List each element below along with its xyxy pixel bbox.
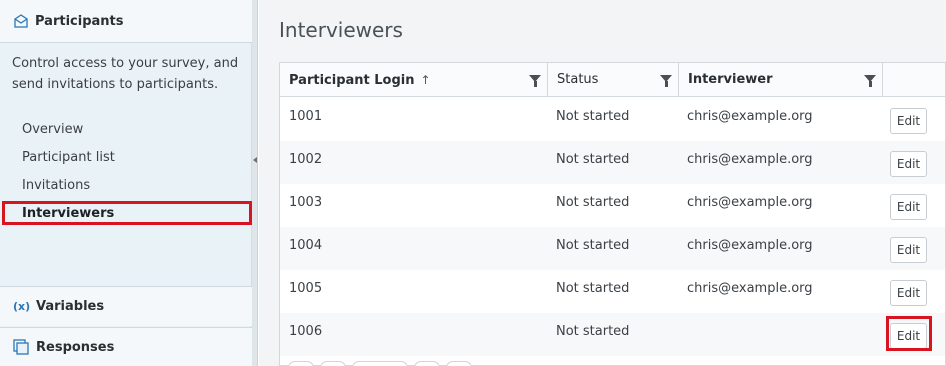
- cell-status: Not started: [556, 238, 630, 253]
- cell-login: 1001: [289, 109, 323, 124]
- sidebar-collapse-handle[interactable]: [252, 0, 258, 366]
- pagination-last-button[interactable]: [446, 361, 472, 366]
- responses-icon: [13, 339, 29, 355]
- collapse-arrow-icon: [253, 157, 257, 163]
- cell-status: Not started: [556, 195, 630, 210]
- column-interviewer[interactable]: Interviewer: [679, 63, 883, 97]
- column-status-label: Status: [557, 72, 599, 87]
- sidebar-header-title: Participants: [35, 13, 124, 29]
- cell-login: 1002: [289, 152, 323, 167]
- sidebar-section-responses-label: Responses: [36, 339, 115, 355]
- cell-status: Not started: [556, 109, 630, 124]
- pagination-first-button[interactable]: [288, 361, 314, 366]
- sort-ascending-icon: ↑: [420, 73, 431, 87]
- filter-icon[interactable]: [529, 75, 541, 87]
- sidebar-description: Control access to your survey, and send …: [12, 56, 239, 92]
- cell-interviewer: chris@example.org: [687, 281, 813, 296]
- filter-icon[interactable]: [660, 75, 672, 87]
- edit-button[interactable]: Edit: [890, 194, 927, 220]
- edit-button[interactable]: Edit: [890, 237, 927, 263]
- pagination-next-button[interactable]: [414, 361, 440, 366]
- cell-interviewer: chris@example.org: [687, 109, 813, 124]
- cell-login: 1005: [289, 281, 323, 296]
- cell-status: Not started: [556, 152, 630, 167]
- table-row: 1001 Not started chris@example.org Edit: [280, 98, 945, 141]
- cell-interviewer: chris@example.org: [687, 195, 813, 210]
- page-title: Interviewers: [279, 18, 403, 42]
- sidebar-item-invitations[interactable]: Invitations: [0, 174, 252, 202]
- cell-interviewer: [678, 313, 687, 356]
- table-header: Participant Login ↑ Status Interviewer: [280, 63, 945, 97]
- cell-status: Not started: [556, 281, 630, 296]
- pagination-page-field[interactable]: [352, 361, 408, 366]
- pagination-prev-button[interactable]: [320, 361, 346, 366]
- table-row: 1006 Not started Edit: [280, 313, 945, 356]
- edit-button-highlight: [886, 316, 932, 351]
- cell-login: 1006: [289, 324, 323, 339]
- sidebar-section-variables-label: Variables: [36, 299, 105, 314]
- sidebar-item-overview[interactable]: Overview: [0, 118, 252, 146]
- column-interviewer-label: Interviewer: [688, 72, 773, 87]
- interviewers-table: Participant Login ↑ Status Interviewer 10…: [279, 62, 946, 366]
- table-row: 1004 Not started chris@example.org Edit: [280, 227, 945, 270]
- cell-login: 1004: [289, 238, 323, 253]
- envelope-icon: [14, 14, 28, 28]
- table-row: 1002 Not started chris@example.org Edit: [280, 141, 945, 184]
- variables-icon: (x): [13, 300, 31, 313]
- filter-icon[interactable]: [864, 75, 876, 87]
- edit-button[interactable]: Edit: [890, 280, 927, 306]
- column-status[interactable]: Status: [548, 63, 679, 97]
- cell-login: 1003: [289, 195, 323, 210]
- table-row: 1005 Not started chris@example.org Edit: [280, 270, 945, 313]
- column-actions: [883, 63, 945, 97]
- pagination: [288, 361, 472, 366]
- cell-status: Not started: [556, 324, 630, 339]
- sidebar-section-variables[interactable]: (x) Variables: [0, 286, 252, 326]
- sidebar-item-participant-list[interactable]: Participant list: [0, 146, 252, 174]
- column-participant-login-label: Participant Login: [289, 73, 415, 88]
- active-item-highlight: [2, 201, 252, 225]
- column-participant-login[interactable]: Participant Login ↑: [280, 63, 548, 97]
- cell-interviewer: chris@example.org: [687, 238, 813, 253]
- sidebar-header[interactable]: Participants: [0, 0, 252, 43]
- table-row: 1003 Not started chris@example.org Edit: [280, 184, 945, 227]
- sidebar-section-responses[interactable]: Responses: [0, 327, 252, 366]
- cell-interviewer: chris@example.org: [687, 152, 813, 167]
- edit-button[interactable]: Edit: [890, 151, 927, 177]
- main-content: Interviewers Participant Login ↑ Status I…: [259, 0, 946, 366]
- edit-button[interactable]: Edit: [890, 108, 927, 134]
- sidebar: Participants Control access to your surv…: [0, 0, 252, 366]
